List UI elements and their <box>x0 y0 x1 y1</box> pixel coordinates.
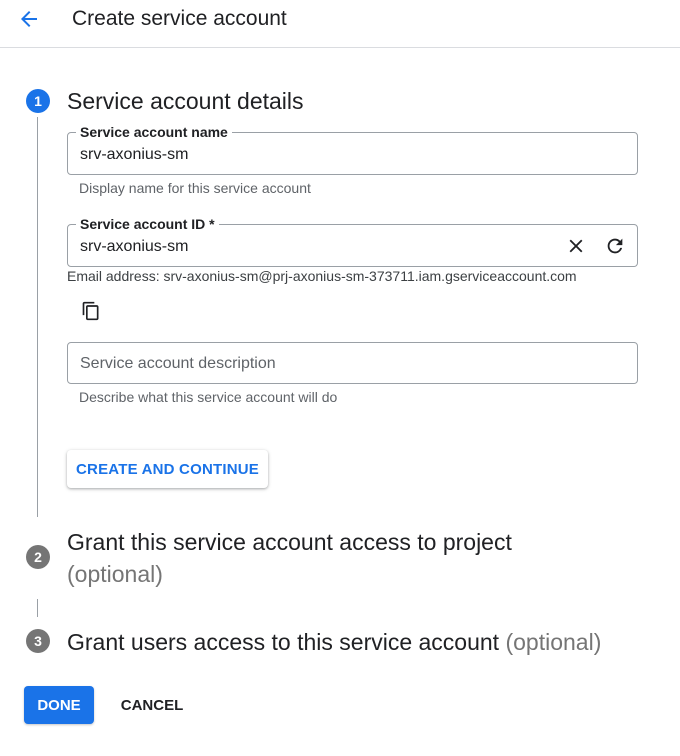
regenerate-id-button[interactable] <box>603 234 627 258</box>
service-account-description-hint: Describe what this service account will … <box>79 389 338 405</box>
step-2-title: Grant this service account access to pro… <box>67 526 667 590</box>
arrow-back-icon <box>21 11 37 27</box>
close-icon <box>569 239 583 253</box>
step-2-badge: 2 <box>26 545 50 569</box>
service-account-name-input[interactable]: srv-axonius-sm <box>80 145 188 165</box>
page-header: Create service account <box>0 0 680 48</box>
service-account-description-input[interactable]: Service account description <box>80 354 276 374</box>
refresh-icon <box>607 238 623 254</box>
service-account-id-field[interactable]: Service account ID * srv-axonius-sm <box>67 215 638 267</box>
step-3-optional-label: (optional) <box>505 629 602 655</box>
step-1-title: Service account details <box>67 85 304 117</box>
done-button[interactable]: DONE <box>24 686 94 724</box>
step-3-title-text: Grant users access to this service accou… <box>67 629 500 655</box>
create-and-continue-button[interactable]: CREATE AND CONTINUE <box>67 450 268 488</box>
service-account-name-hint: Display name for this service account <box>79 180 311 196</box>
step-2-optional-label: (optional) <box>67 561 163 587</box>
service-account-name-field[interactable]: Service account name srv-axonius-sm <box>67 123 638 175</box>
email-address-text: Email address: srv-axonius-sm@prj-axoniu… <box>67 268 577 284</box>
clear-id-button[interactable] <box>564 234 588 258</box>
step-1-badge: 1 <box>26 89 50 113</box>
copy-icon <box>82 301 99 321</box>
service-account-id-input[interactable]: srv-axonius-sm <box>80 237 188 257</box>
step-connector-line <box>37 117 38 517</box>
cancel-button[interactable]: CANCEL <box>110 686 194 724</box>
step-connector-line-2 <box>37 599 38 617</box>
step-3-badge: 3 <box>26 629 50 653</box>
step-2-title-text: Grant this service account access to pro… <box>67 529 512 555</box>
copy-email-button[interactable] <box>79 299 103 323</box>
step-3-title: Grant users access to this service accou… <box>67 626 601 658</box>
service-account-name-label: Service account name <box>76 123 232 141</box>
step-1-title-text: Service account details <box>67 88 304 114</box>
back-button[interactable] <box>14 6 44 32</box>
service-account-description-field[interactable]: Service account description <box>67 342 638 384</box>
service-account-id-label: Service account ID * <box>76 215 219 233</box>
page-title: Create service account <box>72 7 287 30</box>
